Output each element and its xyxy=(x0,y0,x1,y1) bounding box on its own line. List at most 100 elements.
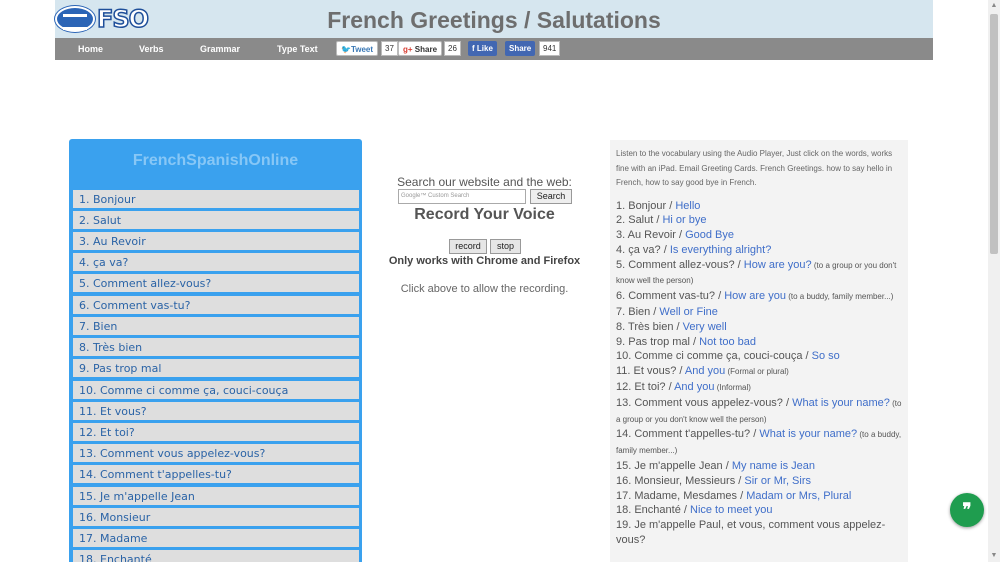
vocab-row[interactable]: 2. Salut / Hi or bye xyxy=(616,213,902,228)
vocab-french: 5. Comment allez-vous? / xyxy=(616,258,744,271)
vocab-english[interactable]: Well or Fine xyxy=(659,306,717,318)
scrollbar-thumb[interactable] xyxy=(990,14,998,254)
vocab-english[interactable]: Very well xyxy=(683,321,727,333)
vocab-english[interactable]: How are you? xyxy=(744,259,812,271)
vocab-english[interactable]: Hello xyxy=(675,200,700,212)
vocab-english[interactable]: And you xyxy=(674,381,714,393)
facebook-share-button[interactable]: Share xyxy=(505,41,536,56)
menu-item[interactable]: 11. Et vous? xyxy=(73,402,359,420)
vocab-english[interactable]: What is your name? xyxy=(759,428,857,440)
nav-link-grammar[interactable]: Grammar xyxy=(200,44,240,54)
menu-item[interactable]: 16. Monsieur xyxy=(73,508,359,526)
vocab-note: (Formal or plural) xyxy=(725,367,789,377)
vocab-english[interactable]: What is your name? xyxy=(792,397,890,409)
vocab-note: (Informal) xyxy=(714,383,751,393)
nav-bar: Home Verbs Grammar Type Text 🐦Tweet 37 g… xyxy=(55,38,933,60)
vocab-row[interactable]: 9. Pas trop mal / Not too bad xyxy=(616,335,902,350)
vocab-english[interactable]: Good Bye xyxy=(685,229,734,241)
menu-item[interactable]: 13. Comment vous appelez-vous? xyxy=(73,444,359,462)
menu-item[interactable]: 2. Salut xyxy=(73,211,359,229)
menu-item[interactable]: 5. Comment allez-vous? xyxy=(73,274,359,292)
search-label: Search our website and the web: xyxy=(397,175,572,189)
facebook-count: 941 xyxy=(539,41,561,56)
nav-link-type-text[interactable]: Type Text xyxy=(277,44,318,54)
vocab-list: Listen to the vocabulary using the Audio… xyxy=(610,140,908,562)
menu-item[interactable]: 18. Enchanté xyxy=(73,550,359,562)
tweet-label: Tweet xyxy=(350,45,374,54)
vocab-french: 14. Comment t'appelles-tu? / xyxy=(616,428,760,441)
record-hint: Click above to allow the recording. xyxy=(400,283,569,295)
vocab-english[interactable]: My name is Jean xyxy=(732,460,815,472)
vocab-english[interactable]: How are you xyxy=(724,290,786,302)
menu-item[interactable]: 8. Très bien xyxy=(73,338,359,356)
search-button[interactable]: Search xyxy=(530,189,572,204)
scroll-up-icon[interactable]: ▲ xyxy=(988,0,1000,12)
facebook-like-label: Like xyxy=(476,44,493,53)
browser-note: Only works with Chrome and Firefox xyxy=(388,255,581,267)
vocab-english[interactable]: And you xyxy=(685,365,725,377)
menu-item[interactable]: 17. Madame xyxy=(73,529,359,547)
stop-button[interactable]: stop xyxy=(490,239,521,254)
scroll-down-icon[interactable]: ▼ xyxy=(988,550,1000,562)
vocab-english[interactable]: Sir or Mr, Sirs xyxy=(744,475,811,487)
vocab-row[interactable]: 17. Madame, Mesdames / Madam or Mrs, Plu… xyxy=(616,489,902,504)
vocab-row[interactable]: 18. Enchanté / Nice to meet you xyxy=(616,503,902,518)
vocab-french: 11. Et vous? / xyxy=(616,365,685,378)
vocab-french: 16. Monsieur, Messieurs / xyxy=(616,474,745,487)
page-title: French Greetings / Salutations xyxy=(327,7,661,33)
menu-item[interactable]: 9. Pas trop mal xyxy=(73,359,359,377)
vocab-english[interactable]: Is everything alright? xyxy=(670,244,772,256)
menu-item[interactable]: 14. Comment t'appelles-tu? xyxy=(73,465,359,483)
vocab-row[interactable]: 1. Bonjour / Hello xyxy=(616,199,902,214)
menu-item[interactable]: 12. Et toi? xyxy=(73,423,359,441)
vocab-french: 15. Je m'appelle Jean / xyxy=(616,460,732,473)
vocab-french: 10. Comme ci comme ça, couci-couça / xyxy=(616,350,812,363)
vocab-menu: FrenchSpanishOnline 1. Bonjour 2. Salut … xyxy=(69,139,362,562)
vocab-row[interactable]: 13. Comment vous appelez-vous? / What is… xyxy=(616,396,902,428)
menu-item[interactable]: 6. Comment vas-tu? xyxy=(73,296,359,314)
vocab-row[interactable]: 11. Et vous? / And you (Formal or plural… xyxy=(616,364,902,380)
record-button[interactable]: record xyxy=(449,239,487,254)
vocab-french: 3. Au Revoir / xyxy=(616,229,686,242)
vocab-english[interactable]: Nice to meet you xyxy=(690,504,773,516)
vocab-row[interactable]: 19. Je m'appelle Paul, et vous, comment … xyxy=(616,518,902,548)
vocab-french: 4. ça va? / xyxy=(616,243,670,256)
chat-quote-icon[interactable]: ❞ xyxy=(950,493,984,527)
vocab-french: 8. Très bien / xyxy=(616,320,683,333)
page: FSO French Greetings / Salutations Home … xyxy=(0,0,1000,562)
vocab-row[interactable]: 4. ça va? / Is everything alright? xyxy=(616,243,902,258)
menu-item[interactable]: 15. Je m'appelle Jean xyxy=(73,487,359,505)
nav-link-verbs[interactable]: Verbs xyxy=(139,44,164,54)
vocab-row[interactable]: 12. Et toi? / And you (Informal) xyxy=(616,380,902,396)
menu-item[interactable]: 4. ça va? xyxy=(73,253,359,271)
menu-title: FrenchSpanishOnline xyxy=(132,152,299,169)
vocab-row[interactable]: 16. Monsieur, Messieurs / Sir or Mr, Sir… xyxy=(616,474,902,489)
vocab-row[interactable]: 8. Très bien / Very well xyxy=(616,320,902,335)
vocab-row[interactable]: 10. Comme ci comme ça, couci-couça / So … xyxy=(616,349,902,364)
vocab-row[interactable]: 7. Bien / Well or Fine xyxy=(616,305,902,320)
vocab-french: 1. Bonjour / xyxy=(616,199,676,212)
vocab-french: 9. Pas trop mal / xyxy=(616,335,700,348)
vocab-row[interactable]: 3. Au Revoir / Good Bye xyxy=(616,228,902,243)
vocab-french: 17. Madame, Mesdames / xyxy=(616,489,747,502)
vocab-english[interactable]: Hi or bye xyxy=(662,214,706,226)
vocab-english[interactable]: Madam or Mrs, Plural xyxy=(746,490,851,502)
vocab-french: 18. Enchanté / xyxy=(616,504,690,517)
nav-link-home[interactable]: Home xyxy=(78,44,103,54)
intro-text: Listen to the vocabulary using the Audio… xyxy=(616,149,893,187)
vocab-row[interactable]: 14. Comment t'appelles-tu? / What is you… xyxy=(616,427,902,459)
vocab-english[interactable]: So so xyxy=(812,350,840,362)
vocab-row[interactable]: 15. Je m'appelle Jean / My name is Jean xyxy=(616,459,902,474)
tweet-button[interactable]: 🐦Tweet xyxy=(336,41,379,56)
record-title: Record Your Voice xyxy=(414,206,555,223)
vocab-english[interactable]: Not too bad xyxy=(699,336,756,348)
menu-item[interactable]: 3. Au Revoir xyxy=(73,232,359,250)
menu-item[interactable]: 1. Bonjour xyxy=(73,190,359,208)
vocab-row[interactable]: 6. Comment vas-tu? / How are you (to a b… xyxy=(616,289,902,305)
vocab-row[interactable]: 5. Comment allez-vous? / How are you? (t… xyxy=(616,258,902,290)
menu-item[interactable]: 7. Bien xyxy=(73,317,359,335)
facebook-like-button[interactable]: f Like xyxy=(468,41,497,56)
gplus-share-button[interactable]: g+ Share xyxy=(398,41,443,56)
search-input[interactable]: Google™ Custom Search xyxy=(398,189,526,204)
menu-item[interactable]: 10. Comme ci comme ça, couci-couça xyxy=(73,381,359,399)
